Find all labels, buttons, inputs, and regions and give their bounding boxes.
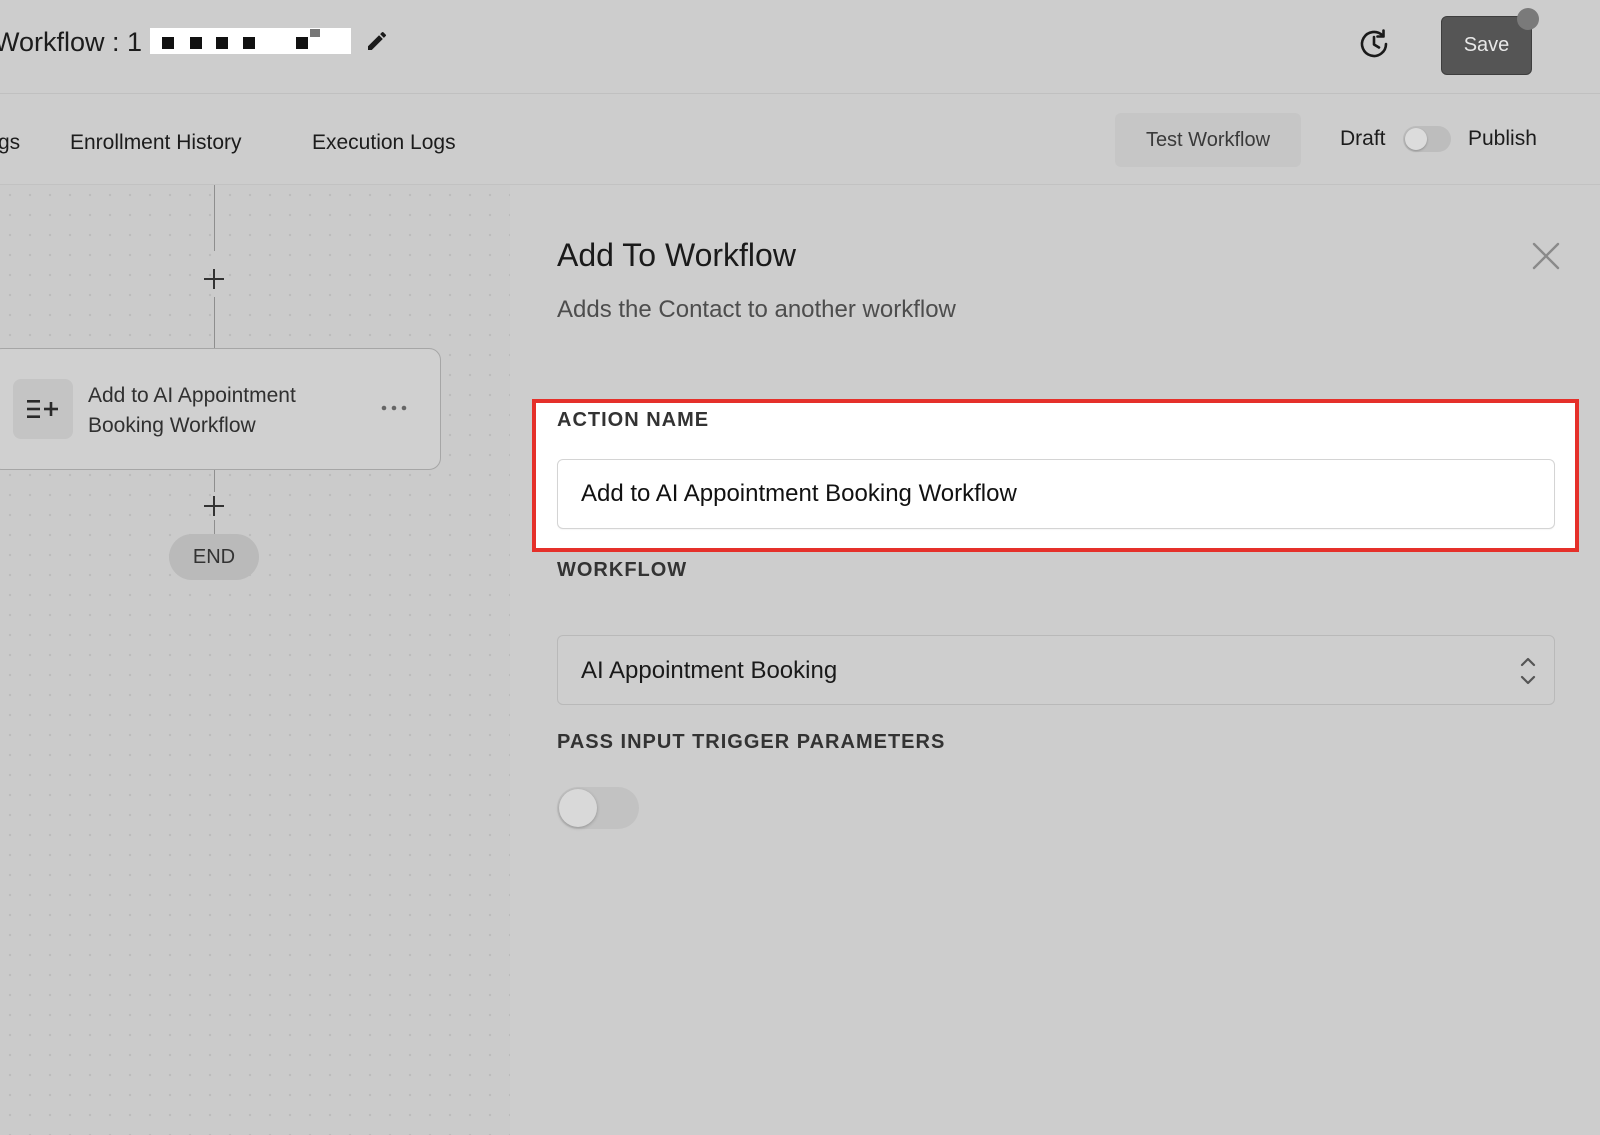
publish-label: Publish bbox=[1468, 127, 1537, 150]
connector-line bbox=[214, 297, 215, 348]
tab-bar: gs Enrollment History Execution Logs Tes… bbox=[0, 94, 1600, 185]
workflow-select-value: AI Appointment Booking bbox=[581, 657, 838, 684]
panel-title: Add To Workflow bbox=[557, 237, 796, 273]
publish-toggle[interactable] bbox=[1403, 126, 1451, 152]
pencil-icon[interactable] bbox=[362, 26, 392, 56]
workflow-label: WORKFLOW bbox=[557, 559, 688, 581]
connector-line bbox=[214, 185, 215, 251]
close-icon[interactable] bbox=[1530, 240, 1562, 272]
history-clock-icon[interactable] bbox=[1354, 24, 1394, 64]
connector-line bbox=[214, 520, 215, 534]
top-header: Workflow : 1 Save bbox=[0, 0, 1600, 94]
toggle-knob bbox=[1405, 128, 1427, 150]
pass-input-trigger-parameters-toggle[interactable] bbox=[557, 787, 639, 829]
list-add-icon bbox=[13, 379, 73, 439]
draft-label: Draft bbox=[1340, 127, 1386, 150]
tab-enrollment-history[interactable]: Enrollment History bbox=[70, 131, 242, 155]
workflow-select[interactable]: AI Appointment Booking bbox=[557, 635, 1555, 705]
tab-settings[interactable]: gs bbox=[0, 131, 20, 155]
end-node: END bbox=[169, 534, 259, 580]
connector-line bbox=[214, 470, 215, 492]
unsaved-indicator-dot bbox=[1517, 8, 1539, 30]
workflow-action-node[interactable]: Add to AI Appointment Booking Workflow bbox=[0, 348, 441, 470]
panel-subtitle: Adds the Contact to another workflow bbox=[557, 296, 956, 323]
workflow-title-text: Workflow : 1 bbox=[0, 26, 143, 57]
redacted-workflow-id bbox=[146, 28, 352, 56]
tab-execution-logs[interactable]: Execution Logs bbox=[312, 131, 456, 155]
action-name-label: ACTION NAME bbox=[557, 409, 710, 431]
chevron-up-down-icon bbox=[1518, 654, 1538, 688]
add-step-plus-icon[interactable] bbox=[202, 494, 226, 518]
workflow-canvas[interactable]: Add to AI Appointment Booking Workflow E… bbox=[0, 185, 510, 1135]
toggle-knob bbox=[559, 789, 597, 827]
workflow-title: Workflow : 1 bbox=[0, 22, 352, 62]
node-label: Add to AI Appointment Booking Workflow bbox=[88, 384, 296, 437]
test-workflow-button[interactable]: Test Workflow bbox=[1115, 113, 1301, 167]
more-horizontal-icon[interactable] bbox=[379, 396, 409, 420]
add-step-plus-icon[interactable] bbox=[202, 267, 226, 291]
action-name-input[interactable] bbox=[557, 459, 1555, 529]
pass-input-trigger-parameters-label: PASS INPUT TRIGGER PARAMETERS bbox=[557, 731, 946, 753]
action-settings-panel: Add To Workflow Adds the Contact to anot… bbox=[510, 185, 1600, 1135]
